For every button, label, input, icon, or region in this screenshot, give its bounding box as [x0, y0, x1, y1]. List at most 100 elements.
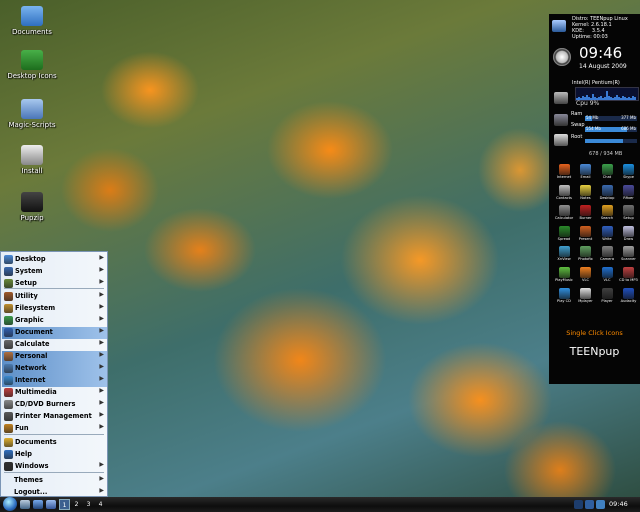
root-label: Root [571, 134, 583, 140]
menu-item-label: Themes [14, 476, 43, 484]
app-launcher-search[interactable]: Search [596, 205, 618, 222]
app-launcher-rfixer[interactable]: Rfixer [618, 184, 640, 202]
app-launcher-label: Notes [580, 195, 591, 200]
menu-item-graphic[interactable]: Graphic ▶ [2, 315, 107, 327]
menu-item-label: Multimedia [15, 388, 57, 396]
menu-item-label: Documents [15, 438, 57, 446]
app-launcher-write[interactable]: Write [596, 225, 618, 243]
menu-item-printer-management[interactable]: Printer Management ▶ [2, 411, 107, 423]
desktop-icons-desktop-icon[interactable]: Desktop Icons [0, 50, 64, 80]
app-launcher-scanner[interactable]: Scanner [618, 246, 640, 263]
scanner-icon [623, 246, 634, 258]
single-click-caption: Single Click Icons [566, 329, 623, 337]
app-launcher-cd-to-mp3[interactable]: CD to MP3 [618, 267, 640, 284]
menu-item-cd-dvd-burners[interactable]: CD/DVD Burners ▶ [2, 399, 107, 411]
app-launcher-vlc[interactable]: VLC [596, 267, 618, 284]
vlc-icon [580, 267, 591, 278]
app-launcher-xnview[interactable]: XnView [553, 246, 575, 263]
menu-item-network[interactable]: Network ▶ [2, 363, 107, 375]
app-launcher-contacts[interactable]: Contacts [553, 184, 575, 202]
workspace-2[interactable]: 2 [71, 499, 82, 510]
app-launcher-label: Mplayer [578, 298, 593, 303]
menu-item-calculate[interactable]: Calculate ▶ [2, 339, 107, 351]
app-launcher-label: Draw [623, 236, 634, 241]
app-launcher-camera[interactable]: Camera [596, 246, 618, 263]
app-launcher-present[interactable]: Present [575, 225, 597, 243]
menu-item-utility[interactable]: Utility ▶ [2, 291, 107, 303]
menu-item-setup[interactable]: Setup ▶ [2, 278, 107, 290]
menu-item-help[interactable]: Help [2, 449, 107, 461]
app-launcher-label: Play CD [557, 298, 571, 303]
app-launcher-skype[interactable]: Skype [618, 164, 640, 181]
menu-item-desktop[interactable]: Desktop ▶ [2, 254, 107, 266]
menu-item-document[interactable]: Document ▶ [2, 327, 107, 339]
menu-item-system[interactable]: System ▶ [2, 266, 107, 278]
desktop-icon-label: Documents [12, 28, 52, 36]
menu-item-label: Fun [15, 424, 29, 432]
start-button[interactable] [3, 497, 17, 511]
start-menu: Desktop ▶ System ▶ Setup ▶ Utility ▶ Filesystem ▶… [0, 251, 108, 497]
app-launcher-spread[interactable]: Spread [553, 225, 575, 243]
app-launcher-notes[interactable]: Notes [575, 184, 597, 202]
app-launcher-label: Write [602, 236, 612, 241]
documents-desktop-icon[interactable]: Documents [0, 6, 64, 36]
multimedia-icon [4, 388, 13, 397]
menu-item-themes[interactable]: Themes ▶ [2, 475, 107, 487]
app-launcher-calculator[interactable]: Calculator [553, 205, 575, 222]
setup-icon [4, 279, 13, 288]
menu-item-multimedia[interactable]: Multimedia ▶ [2, 387, 107, 399]
app-launcher-play-cd[interactable]: Play CD [553, 287, 575, 305]
submenu-arrow-icon: ▶ [99, 291, 104, 298]
app-launcher-label: Burner [579, 216, 592, 221]
submenu-arrow-icon: ▶ [99, 254, 104, 261]
file-manager-icon[interactable] [33, 500, 43, 509]
terminal-icon[interactable] [46, 500, 56, 509]
prog-icon [21, 50, 43, 70]
show-desktop-icon[interactable] [20, 500, 30, 509]
app-launcher-setup[interactable]: Setup [618, 205, 640, 222]
app-launcher-burner[interactable]: Burner [575, 205, 597, 222]
calculate-icon [4, 340, 13, 349]
app-launcher-label: Spread [557, 236, 571, 241]
app-launcher-audacity[interactable]: Audacity [618, 287, 640, 305]
install-desktop-icon[interactable]: Install [0, 145, 64, 175]
app-launcher-mplayer[interactable]: Mplayer [575, 287, 597, 305]
script-folder-icon [21, 99, 43, 119]
menu-item-label: CD/DVD Burners [15, 400, 76, 408]
menu-item-fun[interactable]: Fun ▶ [2, 423, 107, 435]
internet-icon [558, 164, 570, 175]
app-launcher-desktop[interactable]: Desktop [596, 184, 618, 202]
photofix-icon [580, 246, 591, 258]
desktop-wallpaper[interactable]: Documents Desktop Icons Magic-Scripts In… [0, 0, 640, 512]
menu-item-personal[interactable]: Personal ▶ [2, 351, 107, 363]
menu-item-label: Windows [15, 462, 49, 470]
submenu-arrow-icon: ▶ [99, 339, 104, 346]
workspace-4[interactable]: 4 [95, 499, 106, 510]
documents-icon [4, 438, 13, 447]
workspace-3[interactable]: 3 [83, 499, 94, 510]
magic-scripts-desktop-icon[interactable]: Magic-Scripts [0, 99, 64, 129]
workspace-1[interactable]: 1 [59, 499, 70, 510]
battery-tray-icon[interactable] [596, 500, 605, 509]
app-launcher-draw[interactable]: Draw [618, 225, 640, 243]
playmusic-icon [558, 267, 570, 278]
menu-item-windows[interactable]: Windows ▶ [2, 461, 107, 473]
app-launcher-playmusic[interactable]: PlayMusic [553, 267, 575, 284]
volume-tray-icon[interactable] [585, 500, 594, 509]
menu-item-filesystem[interactable]: Filesystem ▶ [2, 303, 107, 315]
app-launcher-email[interactable]: Email [575, 164, 597, 181]
swap-total: 686 Mb [621, 126, 636, 131]
pupzip-desktop-icon[interactable]: Pupzip [0, 192, 64, 222]
taskbar-clock[interactable]: 09:46 [609, 498, 628, 511]
app-launcher-chat[interactable]: Chat [596, 164, 618, 181]
network-tray-icon[interactable] [574, 500, 583, 509]
app-launcher-vlc[interactable]: VLC [575, 267, 597, 284]
menu-item-internet[interactable]: Internet ▶ [2, 375, 107, 387]
app-launcher-label: Internet [556, 175, 572, 179]
app-launcher-player[interactable]: Player [596, 287, 618, 305]
submenu-arrow-icon: ▶ [99, 375, 104, 382]
root-bar-fill [585, 139, 623, 143]
menu-item-documents[interactable]: Documents [2, 437, 107, 449]
app-launcher-internet[interactable]: Internet [553, 164, 575, 181]
app-launcher-photofix[interactable]: Photofix [575, 246, 597, 263]
